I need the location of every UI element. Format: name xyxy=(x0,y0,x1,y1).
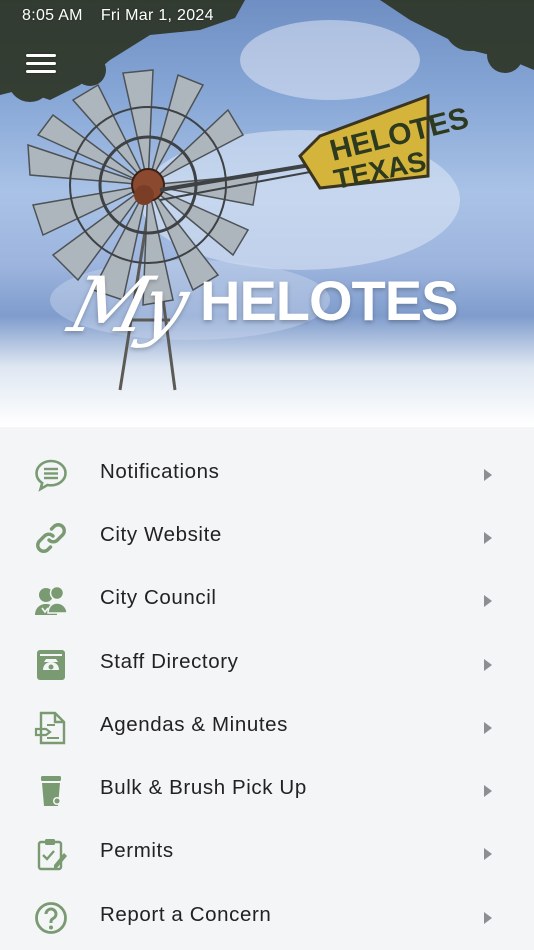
chevron-right-icon xyxy=(484,848,492,861)
main-menu: Notifications City Website City Council xyxy=(0,443,534,949)
menu-item-permits[interactable]: Permits xyxy=(0,823,534,886)
hero-banner: HELOTES TEXAS 8:05 AM Fri Mar 1, 2024 My… xyxy=(0,0,534,427)
trash-can-icon xyxy=(41,776,61,807)
menu-item-bulk-brush-pickup[interactable]: Bulk & Brush Pick Up xyxy=(0,759,534,822)
logo-script: My xyxy=(60,260,192,349)
menu-item-label: City Website xyxy=(100,523,222,547)
status-date: Fri Mar 1, 2024 xyxy=(100,7,214,24)
chevron-right-icon xyxy=(484,911,492,924)
menu-item-label: City Council xyxy=(100,586,217,610)
question-circle-icon xyxy=(35,901,67,934)
status-bar: 8:05 AM Fri Mar 1, 2024 xyxy=(22,7,214,25)
chevron-right-icon xyxy=(484,721,492,734)
phone-book-icon xyxy=(37,649,65,680)
status-time: 8:05 AM xyxy=(22,7,83,24)
menu-item-label: Agendas & Minutes xyxy=(100,712,288,736)
chevron-right-icon xyxy=(484,658,492,671)
chevron-right-icon xyxy=(484,595,492,608)
app-logo: My HELOTES xyxy=(61,260,459,352)
menu-item-label: Notifications xyxy=(100,459,220,483)
logo-name: HELOTES xyxy=(200,269,458,332)
chevron-right-icon xyxy=(484,531,492,544)
chevron-right-icon xyxy=(484,468,492,481)
menu-item-label: Report a Concern xyxy=(100,902,272,926)
menu-item-report-concern[interactable]: Report a Concern xyxy=(0,886,534,949)
people-icon xyxy=(35,585,68,616)
menu-item-label: Permits xyxy=(100,839,174,863)
menu-item-notifications[interactable]: Notifications xyxy=(0,443,534,506)
link-icon xyxy=(36,523,66,553)
hamburger-menu-icon[interactable] xyxy=(26,54,56,76)
document-icon xyxy=(34,711,66,745)
chevron-right-icon xyxy=(484,785,492,798)
clipboard-check-icon xyxy=(37,839,67,871)
menu-item-staff-directory[interactable]: Staff Directory xyxy=(0,633,534,696)
menu-item-city-council[interactable]: City Council xyxy=(0,570,534,633)
menu-item-label: Bulk & Brush Pick Up xyxy=(100,776,307,800)
chat-list-icon xyxy=(35,459,67,492)
windmill-photo: HELOTES TEXAS xyxy=(0,0,534,391)
menu-item-label: Staff Directory xyxy=(100,649,239,673)
menu-item-agendas-minutes[interactable]: Agendas & Minutes xyxy=(0,696,534,759)
menu-item-city-website[interactable]: City Website xyxy=(0,506,534,569)
